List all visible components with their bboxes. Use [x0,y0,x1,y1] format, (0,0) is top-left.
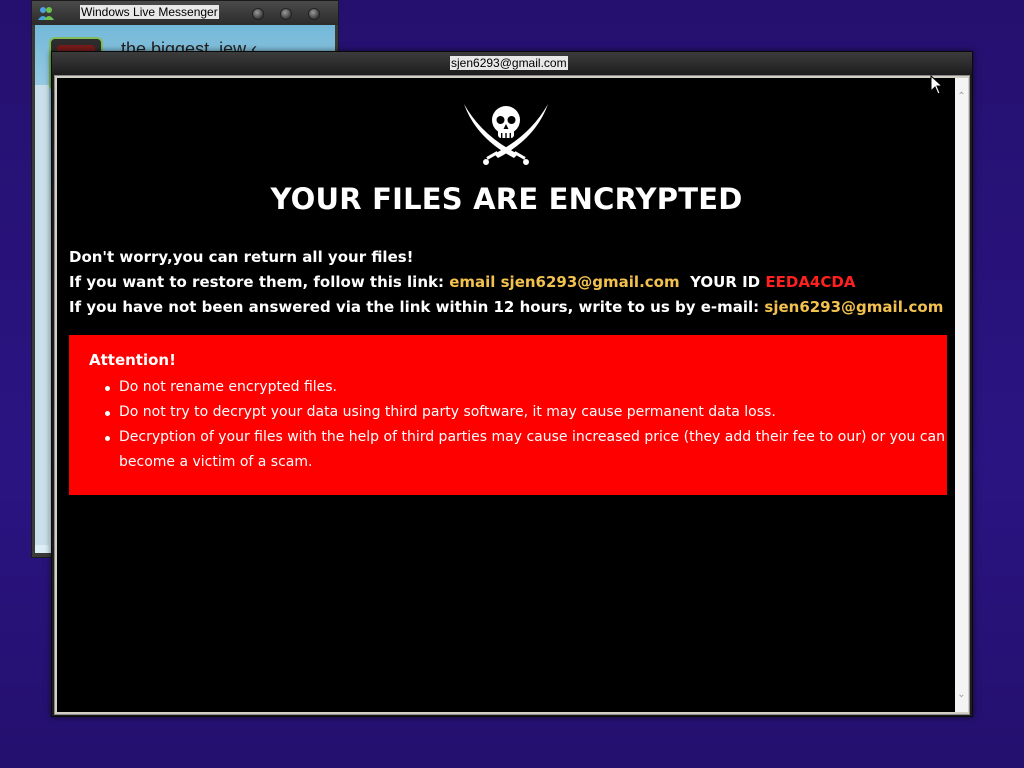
messenger-titlebar[interactable]: Windows Live Messenger [32,1,338,25]
messenger-app-icon [38,7,54,20]
your-id-label: YOUR ID [690,273,761,291]
attention-box: Attention! Do not rename encrypted files… [69,335,947,495]
ransom-headline: YOUR FILES ARE ENCRYPTED [270,182,743,216]
mouse-cursor-icon [930,75,944,95]
message-line-2: If you want to restore them, follow this… [69,273,855,291]
vertical-scrollbar[interactable]: ⌃ ⌄ [955,78,968,712]
attention-list: Do not rename encrypted files. Do not tr… [89,375,949,475]
ransom-window[interactable]: sjen6293@gmail.com YOUR FILES ARE ENCRYP… [51,51,973,717]
line-3-prefix: If you have not been answered via the li… [69,298,765,316]
maximize-button[interactable] [280,8,292,20]
ransom-content: YOUR FILES ARE ENCRYPTED Don't worry,you… [57,78,956,712]
attention-item: Do not try to decrypt your data using th… [89,400,949,425]
ransom-frame: YOUR FILES ARE ENCRYPTED Don't worry,you… [54,75,970,715]
scroll-down-arrow-icon[interactable]: ⌄ [955,688,968,702]
ransom-window-title: sjen6293@gmail.com [450,56,568,70]
message-line-3: If you have not been answered via the li… [69,298,943,316]
minimize-button[interactable] [252,8,264,20]
attention-item: Do not rename encrypted files. [89,375,949,400]
pirate-skull-crossed-swords-icon [464,104,548,165]
contact-email-link[interactable]: sjen6293@gmail.com [764,298,943,316]
messenger-title: Windows Live Messenger [80,5,219,19]
line-2-prefix: If you want to restore them, follow this… [69,273,450,291]
scroll-up-arrow-icon[interactable]: ⌃ [955,90,968,104]
message-line-1: Don't worry,you can return all your file… [69,248,414,266]
attention-title: Attention! [89,351,176,369]
messenger-sidebar [35,85,49,545]
close-button[interactable] [308,8,320,20]
attention-item: Decryption of your files with the help o… [89,425,949,475]
restore-email-link[interactable]: email sjen6293@gmail.com [449,273,679,291]
ransom-titlebar[interactable]: sjen6293@gmail.com [52,52,972,74]
your-id-value: EEDA4CDA [765,273,856,291]
